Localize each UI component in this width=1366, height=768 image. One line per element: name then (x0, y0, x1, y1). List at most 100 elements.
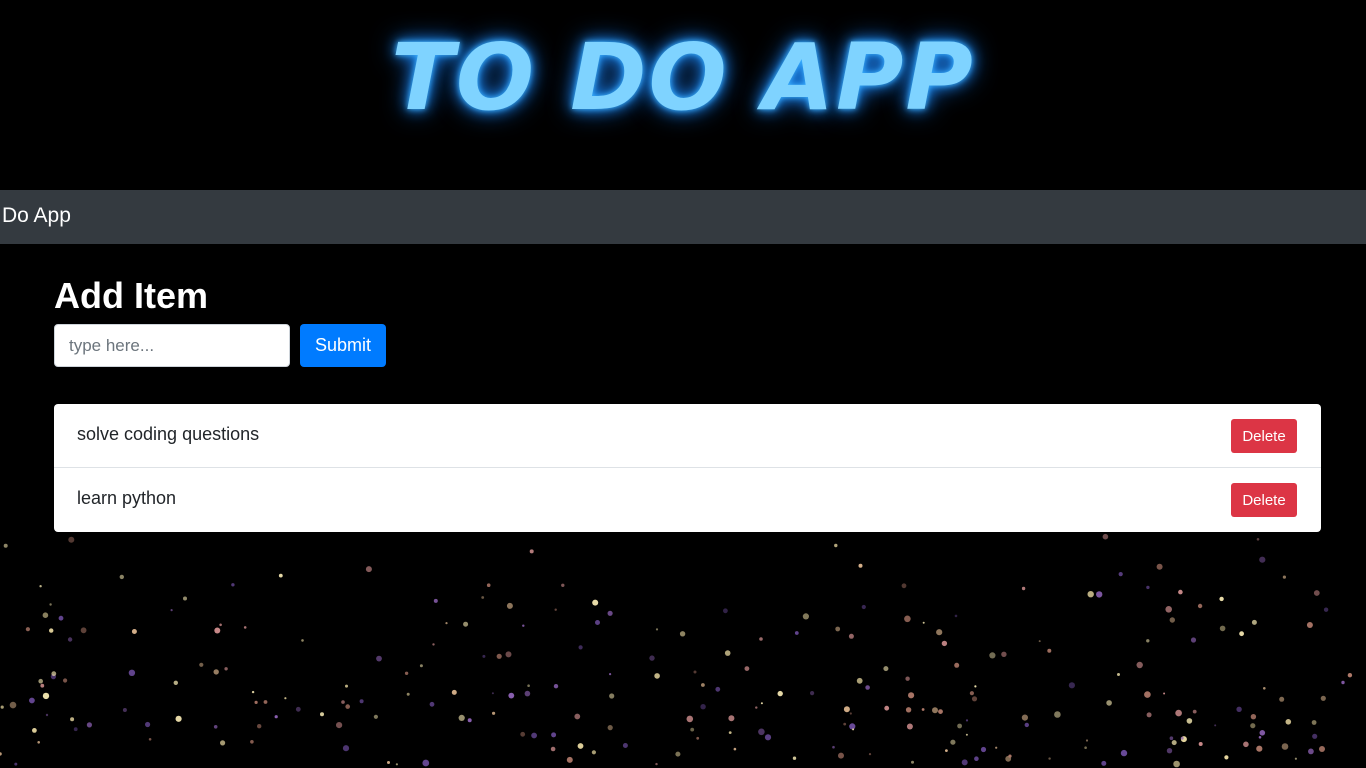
particle-dot (1236, 706, 1242, 712)
particle-dot (175, 715, 182, 722)
particle-dot (957, 723, 962, 729)
particle-dot (1038, 640, 1041, 643)
particle-dot (73, 727, 78, 732)
particle-dot (1146, 712, 1152, 718)
particle-dot (1106, 700, 1112, 706)
particle-dot (531, 732, 537, 739)
particle-dot (954, 662, 960, 668)
particle-dot (693, 670, 697, 674)
particle-dot (1171, 740, 1177, 746)
particle-dot (686, 715, 694, 723)
particle-dot (219, 623, 222, 627)
particle-dot (561, 583, 565, 587)
delete-button[interactable]: Delete (1231, 419, 1297, 453)
particle-dot (1258, 736, 1262, 739)
item-input[interactable] (54, 324, 290, 367)
navbar-brand[interactable]: To Do App (0, 202, 71, 230)
particle-dot (1005, 755, 1012, 762)
particle-dot (467, 718, 472, 723)
particle-dot (592, 599, 599, 606)
particle-dot (832, 745, 835, 749)
particle-dot (1117, 673, 1120, 676)
particle-dot (250, 740, 254, 744)
particle-dot (921, 708, 925, 711)
particle-dot (1144, 691, 1151, 698)
particle-dot (433, 598, 438, 603)
particle-dot (80, 627, 87, 634)
particle-dot (1306, 622, 1313, 628)
particle-dot (254, 700, 258, 705)
particle-dot (591, 750, 597, 755)
particle-dot (744, 666, 750, 671)
submit-button[interactable]: Submit (300, 324, 386, 367)
particle-dot (764, 734, 772, 741)
particle-dot (595, 620, 600, 625)
todo-item: solve coding questions Delete (54, 404, 1321, 468)
particle-dot (941, 640, 948, 647)
particle-dot (1219, 625, 1226, 632)
particle-dot (609, 693, 615, 699)
particle-dot (131, 629, 137, 634)
particle-dot (1021, 714, 1028, 721)
particle-dot (183, 596, 187, 601)
particle-dot (119, 574, 125, 580)
particle-dot (1068, 682, 1075, 689)
particle-dot (728, 731, 732, 734)
particle-dot (835, 626, 841, 632)
particle-dot (1224, 755, 1229, 760)
particle-dot (1239, 631, 1244, 637)
particle-dot (950, 739, 956, 745)
particle-dot (884, 705, 890, 711)
particle-dot (295, 706, 301, 712)
particle-dot (342, 745, 350, 752)
particle-dot (1243, 741, 1249, 748)
particle-dot (42, 612, 49, 618)
particle-dot (1054, 711, 1061, 718)
particle-dot (861, 604, 866, 610)
particle-dot (3, 543, 8, 548)
particle-dot (491, 692, 494, 695)
particle-dot (1251, 619, 1257, 625)
particle-dot (1186, 718, 1193, 724)
particle-dot (901, 583, 907, 589)
particle-dot (505, 651, 512, 658)
particle-dot (655, 762, 658, 766)
particle-dot (1165, 606, 1172, 613)
particle-dot (506, 602, 513, 609)
todo-item-text: solve coding questions (77, 424, 260, 444)
particle-dot (1311, 720, 1317, 725)
particle-dot (1256, 538, 1260, 541)
particle-dot (1347, 673, 1353, 678)
delete-button[interactable]: Delete (1231, 483, 1297, 517)
particle-dot (578, 645, 583, 650)
particle-dot (1048, 757, 1051, 760)
particle-dot (38, 678, 43, 684)
particle-dot (961, 759, 968, 766)
particle-dot (50, 674, 57, 680)
particle-dot (42, 692, 50, 700)
particle-dot (45, 713, 49, 717)
particle-dot (974, 685, 977, 688)
particle-dot (843, 706, 850, 713)
particle-dot (524, 690, 531, 697)
particle-dot (49, 628, 54, 633)
particle-dot (486, 583, 491, 587)
particle-dot (432, 643, 435, 646)
particle-dot (609, 673, 612, 676)
particle-dot (700, 704, 706, 710)
particle-dot (1279, 696, 1285, 702)
particle-dot (1021, 586, 1026, 591)
particle-dot (39, 585, 42, 588)
particle-dot (577, 743, 584, 749)
particle-dot (1166, 748, 1173, 754)
particle-dot (945, 749, 948, 752)
particle-dot (492, 711, 496, 715)
particle-dot (654, 673, 660, 679)
particle-dot (1190, 637, 1197, 643)
particle-dot (301, 639, 304, 642)
particle-dot (1285, 719, 1292, 725)
particle-dot (1294, 757, 1297, 760)
particle-dot (336, 722, 343, 729)
particle-dot (463, 621, 469, 627)
particle-dot (843, 722, 847, 726)
